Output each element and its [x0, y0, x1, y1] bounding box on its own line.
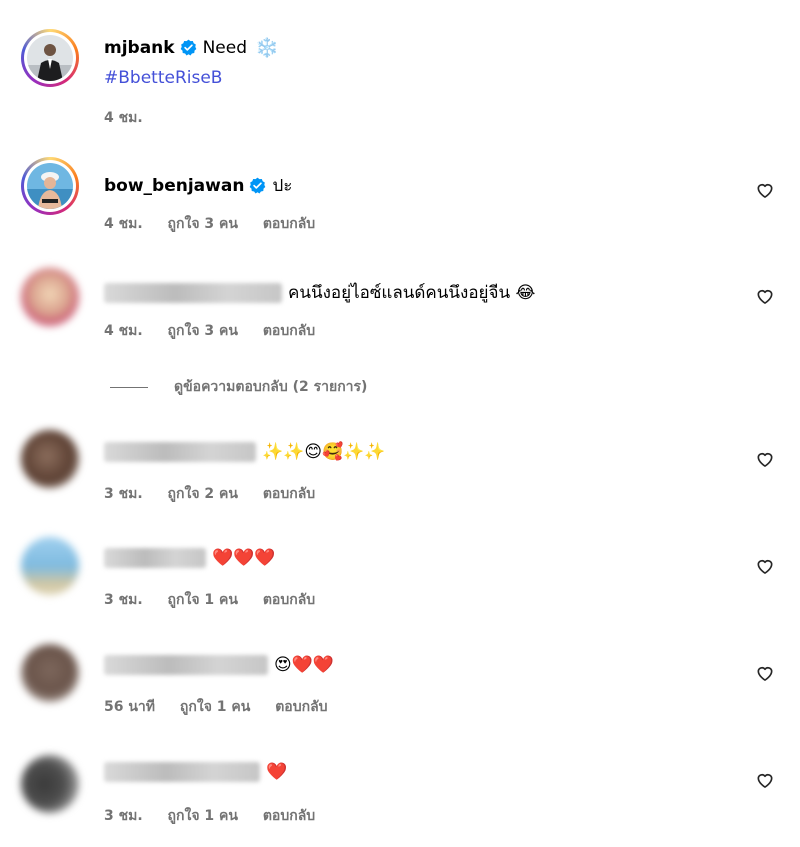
snowflake-icon: ❄️ [255, 37, 279, 59]
blurred-username[interactable] [104, 282, 282, 303]
likes-count[interactable]: ถูกใจ 1 คน [168, 592, 238, 608]
comment-text: ❤️ [266, 762, 288, 782]
comment-time: 4 ชม. [104, 216, 143, 232]
verified-badge-icon [250, 177, 266, 194]
heart-outline-icon[interactable] [755, 663, 775, 683]
post-caption: mjbank Need ❄️ #BbetteRiseB 4 ชม. [0, 0, 800, 140]
reply-button[interactable]: ตอบกลับ [263, 323, 315, 339]
comment-time: 56 นาที [104, 699, 156, 715]
likes-count[interactable]: ถูกใจ 1 คน [168, 808, 238, 824]
reply-button[interactable]: ตอบกลับ [263, 486, 315, 502]
username[interactable]: bow_benjawan [104, 176, 244, 196]
avatar[interactable] [21, 157, 79, 215]
comment-text: คนนึงอยู่ไอซ์แลนด์คนนึงอยู่จีน 😂 [288, 283, 536, 303]
heart-outline-icon[interactable] [755, 180, 775, 200]
comment: คนนึงอยู่ไอซ์แลนด์คนนึงอยู่จีน 😂 4 ชม. ถ… [0, 250, 800, 360]
comment-time: 3 ชม. [104, 486, 143, 502]
comment-time: 3 ชม. [104, 808, 143, 824]
heart-outline-icon[interactable] [755, 770, 775, 790]
comment: ❤️❤️❤️ 3 ชม. ถูกใจ 1 คน ตอบกลับ [0, 530, 800, 635]
comment: ✨✨😊🥰✨✨ 3 ชม. ถูกใจ 2 คน ตอบกลับ [0, 420, 800, 530]
avatar[interactable] [21, 430, 79, 488]
avatar[interactable] [21, 755, 79, 813]
comment-time: 4 ชม. [104, 323, 143, 339]
avatar[interactable] [21, 644, 79, 702]
comment-text: ❤️❤️❤️ [212, 548, 276, 568]
comment-text: ปะ [272, 176, 293, 196]
caption-text: Need [202, 37, 248, 58]
blurred-username[interactable] [104, 548, 206, 568]
comment-text: 😍❤️❤️ [274, 655, 335, 675]
likes-count[interactable]: ถูกใจ 3 คน [168, 323, 238, 339]
comment: 😍❤️❤️ 56 นาที ถูกใจ 1 คน ตอบกลับ [0, 635, 800, 740]
likes-count[interactable]: ถูกใจ 1 คน [180, 699, 250, 715]
username[interactable]: mjbank [104, 38, 175, 58]
view-replies-button[interactable]: ดูข้อความตอบกลับ (2 รายการ) [110, 376, 367, 398]
hashtag-link[interactable]: #BbetteRiseB [104, 68, 222, 88]
comment: bow_benjawan ปะ 4 ชม. ถูกใจ 3 คน ตอบกลับ [0, 140, 800, 250]
blurred-username[interactable] [104, 762, 260, 782]
comment-text: ✨✨😊🥰✨✨ [262, 442, 386, 462]
heart-outline-icon[interactable] [755, 286, 775, 306]
divider [110, 386, 148, 388]
reply-button[interactable]: ตอบกลับ [263, 592, 315, 608]
verified-badge-icon [180, 39, 196, 56]
reply-button[interactable]: ตอบกลับ [263, 216, 315, 232]
avatar[interactable] [21, 29, 79, 87]
reply-button[interactable]: ตอบกลับ [263, 808, 315, 824]
heart-outline-icon[interactable] [755, 449, 775, 469]
comment-time: 3 ชม. [104, 592, 143, 608]
heart-outline-icon[interactable] [755, 556, 775, 576]
blurred-username[interactable] [104, 655, 268, 675]
avatar[interactable] [21, 268, 79, 326]
reply-button[interactable]: ตอบกลับ [275, 699, 327, 715]
avatar[interactable] [21, 537, 79, 595]
blurred-username[interactable] [104, 442, 256, 462]
comment: ❤️ 3 ชม. ถูกใจ 1 คน ตอบกลับ [0, 740, 800, 847]
post-time: 4 ชม. [104, 110, 143, 126]
likes-count[interactable]: ถูกใจ 3 คน [168, 216, 238, 232]
likes-count[interactable]: ถูกใจ 2 คน [168, 486, 238, 502]
